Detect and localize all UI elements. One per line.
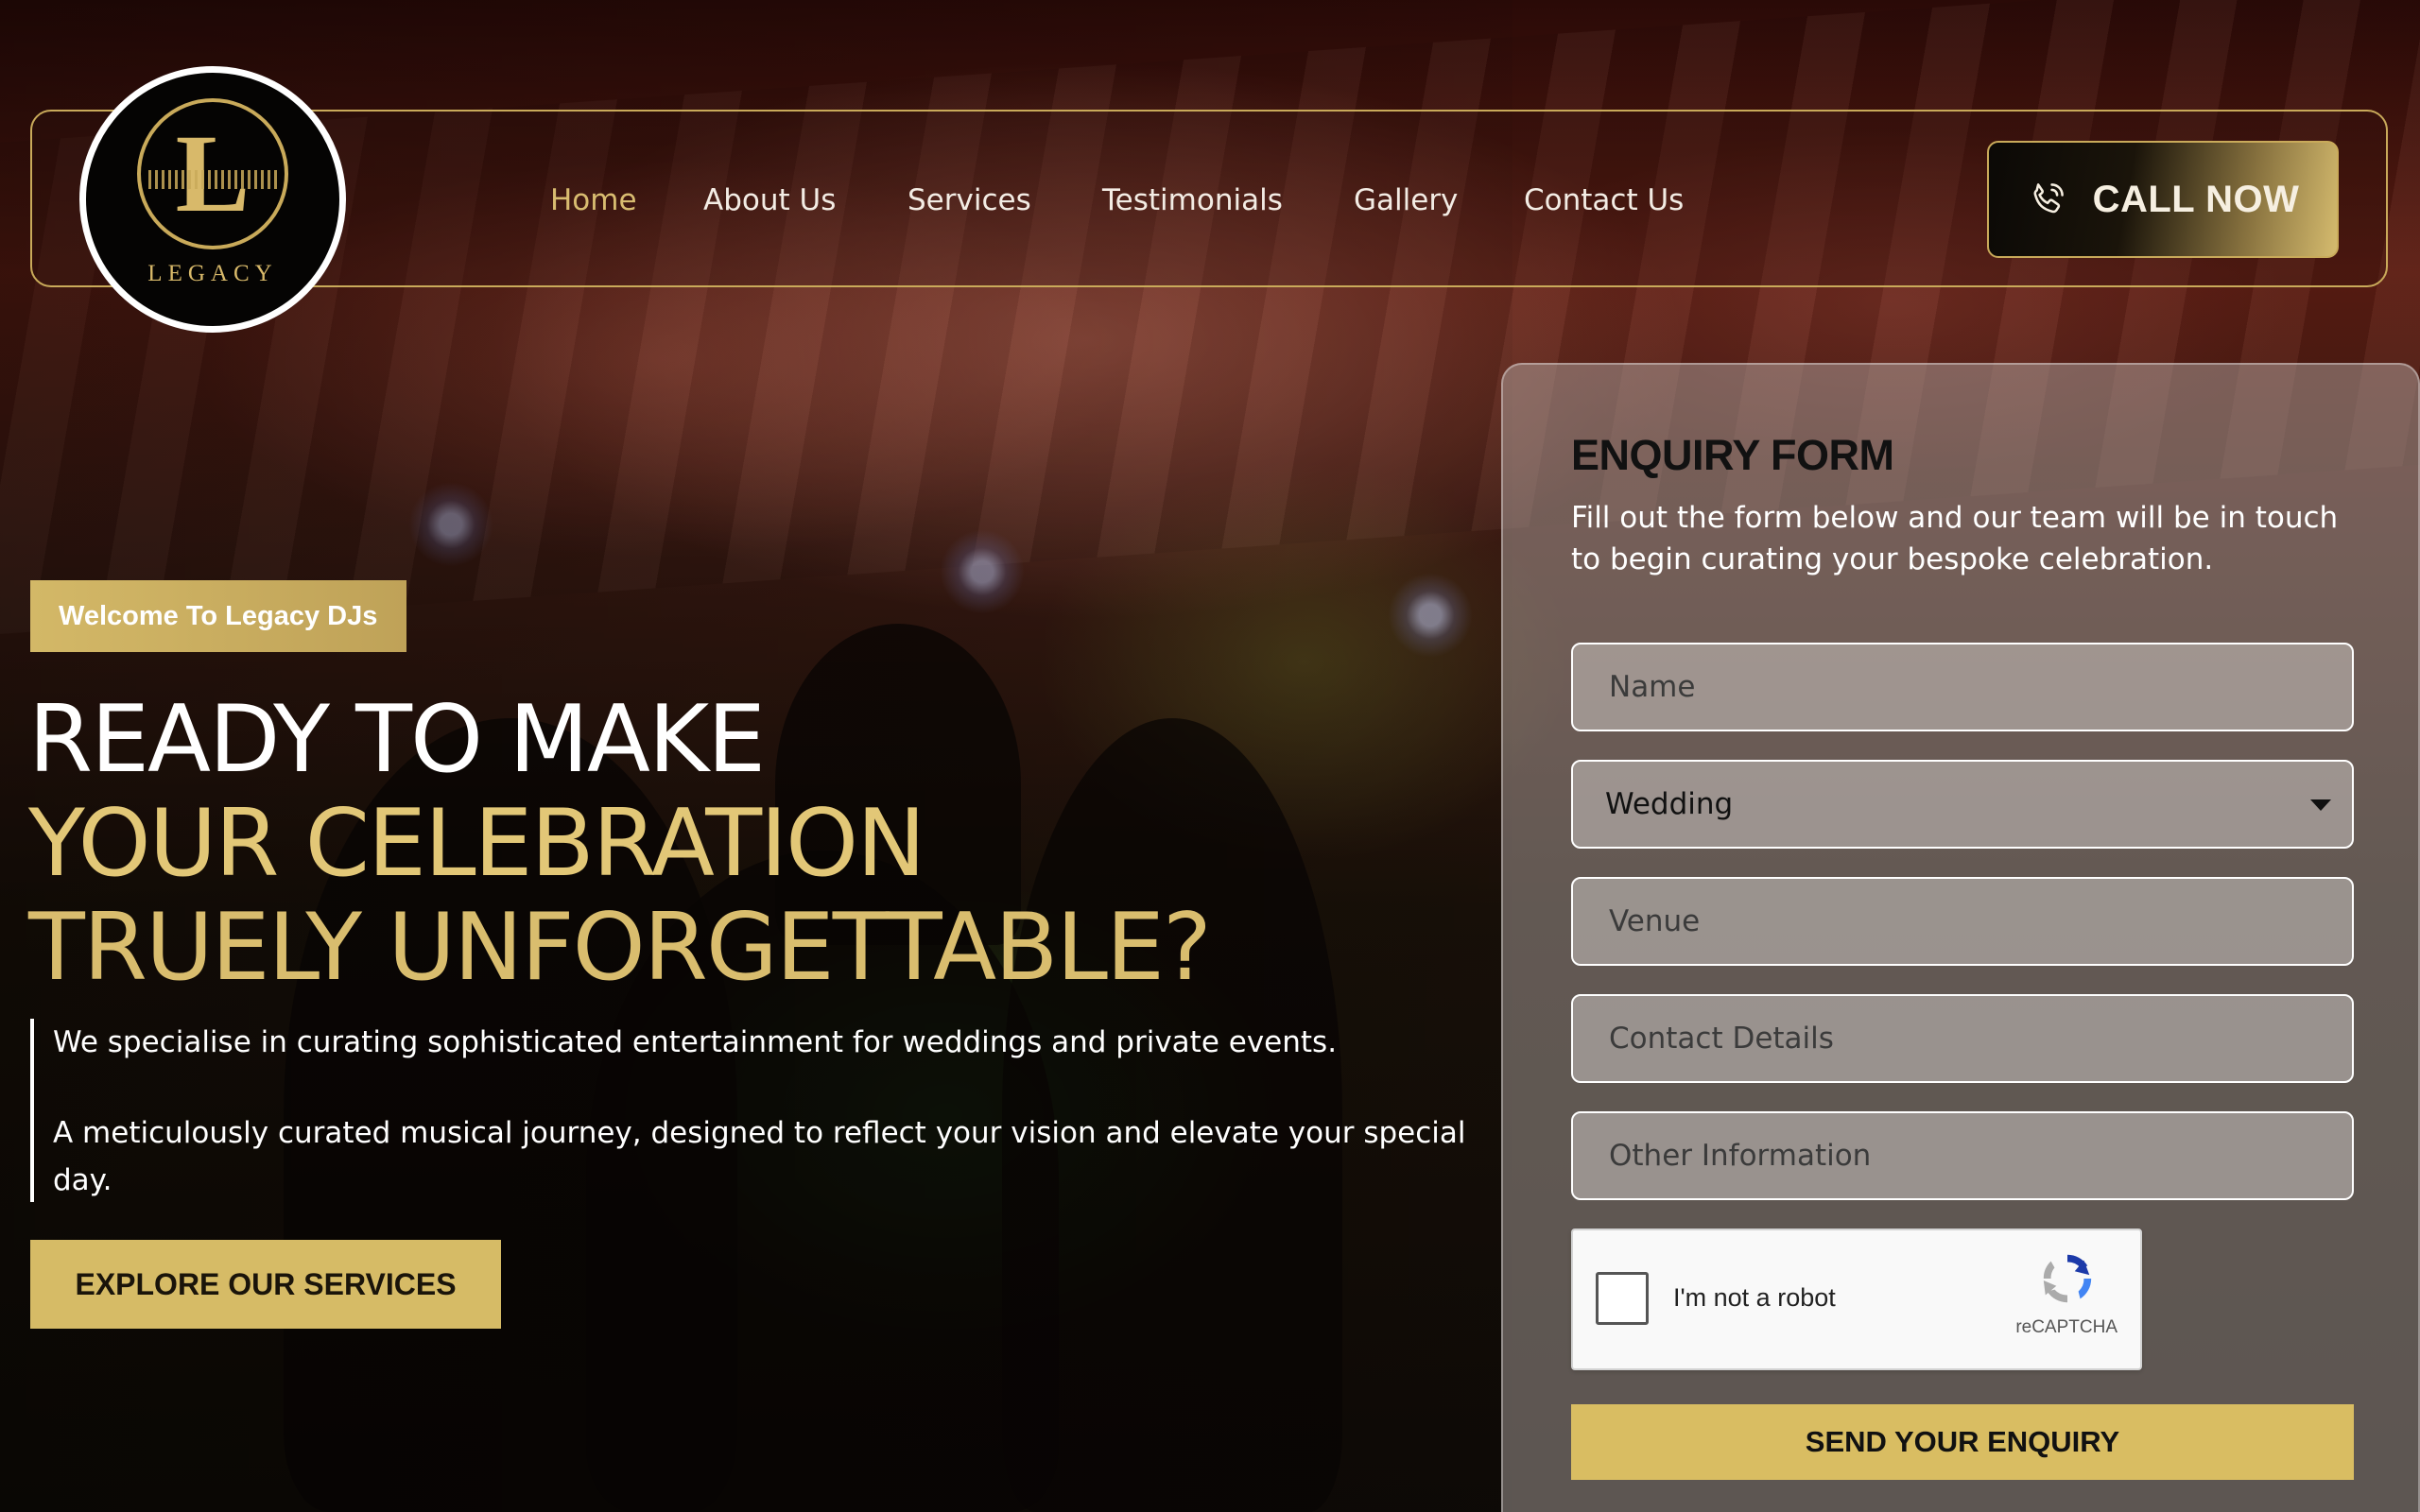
enquiry-form: ENQUIRY FORM Fill out the form below and…: [1501, 363, 2420, 1512]
recaptcha-icon: [2043, 1254, 2092, 1303]
hero-description: We specialise in curating sophisticated …: [30, 1019, 1467, 1202]
call-now-label: CALL NOW: [2092, 178, 2300, 220]
headline-line-3: TRUELY UNFORGETTABLE?: [28, 894, 1212, 1002]
contact-details-input[interactable]: Contact Details: [1571, 994, 2354, 1083]
event-type-select[interactable]: Wedding: [1571, 760, 2354, 849]
recaptcha-widget: I'm not a robot reCAPTCHA: [1571, 1228, 2142, 1370]
hero-headline: READY TO MAKE YOUR CELEBRATION TRUELY UN…: [28, 686, 1212, 1002]
phone-icon: [2033, 183, 2064, 214]
form-subtitle: Fill out the form below and our team wil…: [1571, 501, 2339, 576]
nav-contact-us[interactable]: Contact Us: [1524, 179, 1713, 222]
legacy-logo[interactable]: L LEGACY: [79, 66, 346, 333]
soundwave-graphic: [148, 170, 277, 189]
nav-services[interactable]: Services: [908, 179, 1102, 222]
headline-line-2: YOUR CELEBRATION: [28, 790, 925, 898]
logo-emblem: L: [137, 98, 288, 249]
recaptcha-checkbox[interactable]: [1596, 1272, 1649, 1325]
logo-wordmark: LEGACY: [147, 261, 278, 286]
send-enquiry-button[interactable]: SEND YOUR ENQUIRY: [1571, 1404, 2354, 1480]
recaptcha-brand: reCAPTCHA: [2015, 1317, 2118, 1337]
nav-gallery[interactable]: Gallery: [1354, 179, 1524, 222]
nav-testimonials[interactable]: Testimonials: [1102, 179, 1354, 222]
event-type-value: Wedding: [1605, 787, 1734, 821]
explore-services-button[interactable]: EXPLORE OUR SERVICES: [30, 1240, 501, 1329]
main-nav: Home About Us Services Testimonials Gall…: [550, 179, 1713, 222]
recaptcha-label: I'm not a robot: [1673, 1283, 1836, 1312]
form-title: ENQUIRY FORM: [1571, 431, 1894, 479]
nav-about-us[interactable]: About Us: [703, 179, 908, 222]
call-now-button[interactable]: CALL NOW: [1987, 141, 2339, 258]
other-information-input[interactable]: Other Information: [1571, 1111, 2354, 1200]
chevron-down-icon: [2310, 799, 2331, 811]
venue-input[interactable]: Venue: [1571, 877, 2354, 966]
headline-line-1: READY TO MAKE: [28, 686, 766, 794]
name-input[interactable]: Name: [1571, 643, 2354, 731]
hero-paragraph-2: A meticulously curated musical journey, …: [53, 1116, 1466, 1197]
nav-home[interactable]: Home: [550, 179, 703, 222]
welcome-badge: Welcome To Legacy DJs: [30, 580, 406, 652]
hero-paragraph-1: We specialise in curating sophisticated …: [53, 1025, 1338, 1059]
